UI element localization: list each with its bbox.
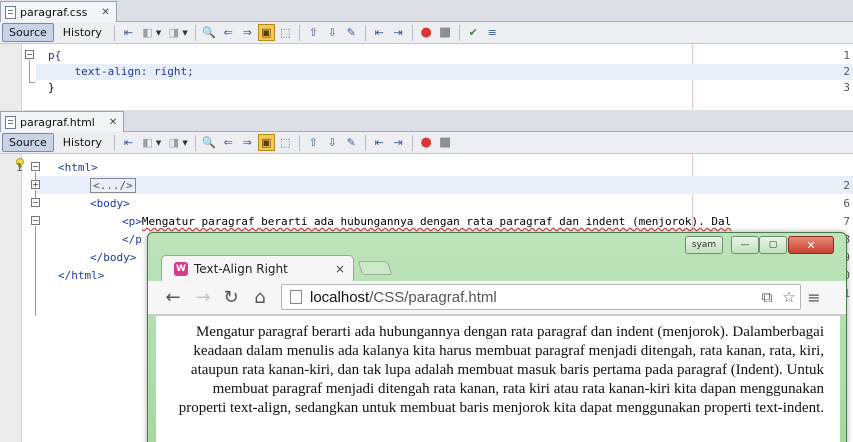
fold-collapse-icon[interactable]: − [25, 50, 34, 59]
code-line: </body> [90, 251, 137, 264]
find-icon[interactable]: 🔍 [201, 24, 218, 41]
profile-button[interactable]: syam [685, 236, 723, 254]
code-line: <body> [90, 197, 130, 210]
page-content: Mengatur paragraf berarti ada hubunganny… [156, 316, 840, 442]
new-tab-button[interactable] [357, 261, 393, 275]
code-line: <p>Mengatur paragraf berarti ada hubunga… [122, 215, 732, 228]
forward-arrow-icon[interactable]: → [192, 287, 214, 309]
line-number: 3 [843, 81, 850, 94]
shift-right-icon[interactable]: ⇥ [390, 134, 407, 151]
toggle-rect-select-icon[interactable]: ⬚ [277, 134, 294, 151]
line-number: 1 [16, 161, 23, 174]
code-line: text-align: right; [48, 65, 194, 78]
current-line-highlight [36, 176, 853, 194]
next-bookmark-icon[interactable]: ⇩ [324, 134, 341, 151]
shift-left-icon[interactable]: ⇤ [371, 24, 388, 41]
browser-tab-title: Text-Align Right [194, 261, 288, 276]
back-icon[interactable]: ◧ [139, 134, 156, 151]
toggle-highlight-icon[interactable]: ▣ [257, 134, 275, 151]
history-button[interactable]: History [56, 23, 109, 42]
close-tab-icon[interactable]: ✕ [109, 117, 117, 128]
html-tab-bar: paragraf.html ✕ [0, 110, 853, 132]
next-bookmark-icon[interactable]: ⇩ [324, 24, 341, 41]
check-icon[interactable]: ✔ [465, 24, 482, 41]
css-editor-pane: paragraf.css ✕ Source History ⇤ ◧ ▼ ◨ ▼ 🔍 … [0, 0, 853, 110]
stop-macro-icon[interactable]: ■ [437, 134, 454, 151]
shift-left-icon[interactable]: ⇤ [371, 134, 388, 151]
code-line: </p [122, 233, 142, 246]
paragraph-text: Mengatur paragraf berarti ada hubunganny… [178, 324, 824, 416]
line-number: 6 [843, 197, 850, 210]
css-file-icon [5, 5, 16, 19]
minimize-button[interactable]: — [731, 236, 759, 254]
close-tab-icon[interactable]: × [335, 262, 345, 276]
code-line: } [48, 81, 55, 94]
line-number: 1 [843, 49, 850, 62]
start-macro-icon[interactable]: ● [418, 134, 435, 151]
url-text[interactable]: localhost/CSS/paragraf.html [310, 289, 756, 306]
find-next-icon[interactable]: ⇒ [239, 134, 256, 151]
home-icon[interactable]: ⌂ [249, 287, 271, 309]
last-edit-icon[interactable]: ⇤ [120, 134, 137, 151]
fold-expand-icon[interactable]: + [31, 180, 40, 189]
format-icon[interactable]: ≡ [484, 24, 501, 41]
bookmark-star-icon[interactable]: ☆ [778, 288, 800, 306]
back-icon[interactable]: ◧ [139, 24, 156, 41]
back-arrow-icon[interactable]: ← [162, 287, 184, 309]
fold-collapse-icon[interactable]: − [31, 216, 40, 225]
line-number: 2 [843, 179, 850, 192]
code-line: <.../> [90, 178, 136, 193]
page-icon [290, 290, 302, 304]
find-previous-icon[interactable]: ⇐ [220, 134, 237, 151]
code-line: p{ [48, 49, 62, 62]
tab-paragraf-css[interactable]: paragraf.css ✕ [0, 1, 117, 22]
source-button[interactable]: Source [2, 23, 54, 42]
browser-tab[interactable]: W Text-Align Right × [161, 255, 354, 281]
close-tab-icon[interactable]: ✕ [101, 7, 109, 18]
previous-bookmark-icon[interactable]: ⇧ [305, 134, 322, 151]
close-window-button[interactable]: ✕ [788, 236, 834, 254]
tab-paragraf-html[interactable]: paragraf.html ✕ [0, 111, 125, 132]
code-line: <html> [58, 161, 98, 174]
address-bar[interactable]: localhost/CSS/paragraf.html ⧉ ☆ [281, 284, 801, 310]
tab-label: paragraf.css [20, 5, 88, 19]
browser-window: syam — ▢ ✕ W Text-Align Right × ← → ↻ ⌂ … [147, 232, 847, 442]
forward-icon[interactable]: ◨ [165, 134, 182, 151]
browser-toolbar: ← → ↻ ⌂ localhost/CSS/paragraf.html ⧉ ☆ … [148, 281, 846, 315]
translate-icon[interactable]: ⧉ [756, 288, 778, 306]
start-macro-icon[interactable]: ● [418, 24, 435, 41]
folded-code-block[interactable]: <.../> [90, 178, 136, 193]
last-edit-icon[interactable]: ⇤ [120, 24, 137, 41]
find-previous-icon[interactable]: ⇐ [220, 24, 237, 41]
previous-bookmark-icon[interactable]: ⇧ [305, 24, 322, 41]
stop-macro-icon[interactable]: ■ [437, 24, 454, 41]
css-editor-toolbar: Source History ⇤ ◧ ▼ ◨ ▼ 🔍 ⇐ ⇒ ▣ ⬚ ⇧ ⇩ ✎ ⇤… [0, 22, 853, 44]
toggle-bookmark-icon[interactable]: ✎ [343, 24, 360, 41]
toggle-highlight-icon[interactable]: ▣ [257, 24, 275, 41]
css-tab-bar: paragraf.css ✕ [0, 0, 853, 22]
fold-collapse-icon[interactable]: − [31, 162, 40, 171]
wamp-favicon-icon: W [174, 261, 188, 276]
forward-icon[interactable]: ◨ [165, 24, 182, 41]
html-file-icon [5, 115, 16, 129]
maximize-button[interactable]: ▢ [759, 236, 787, 254]
css-code-area[interactable]: 1 2 3 − p{ text-align: right; } [0, 44, 853, 110]
menu-icon[interactable]: ≡ [803, 287, 825, 309]
code-line: </html> [58, 269, 105, 282]
line-number: 2 [843, 65, 850, 78]
shift-right-icon[interactable]: ⇥ [390, 24, 407, 41]
tab-label: paragraf.html [20, 115, 95, 129]
find-icon[interactable]: 🔍 [201, 134, 218, 151]
reload-icon[interactable]: ↻ [220, 287, 242, 309]
fold-collapse-icon[interactable]: − [31, 198, 40, 207]
toggle-bookmark-icon[interactable]: ✎ [343, 134, 360, 151]
history-button[interactable]: History [56, 133, 109, 152]
source-button[interactable]: Source [2, 133, 54, 152]
line-number: 7 [843, 215, 850, 228]
html-editor-toolbar: Source History ⇤ ◧ ▼ ◨ ▼ 🔍 ⇐ ⇒ ▣ ⬚ ⇧ ⇩ ✎ ⇤… [0, 132, 853, 154]
toggle-rect-select-icon[interactable]: ⬚ [277, 24, 294, 41]
find-next-icon[interactable]: ⇒ [239, 24, 256, 41]
